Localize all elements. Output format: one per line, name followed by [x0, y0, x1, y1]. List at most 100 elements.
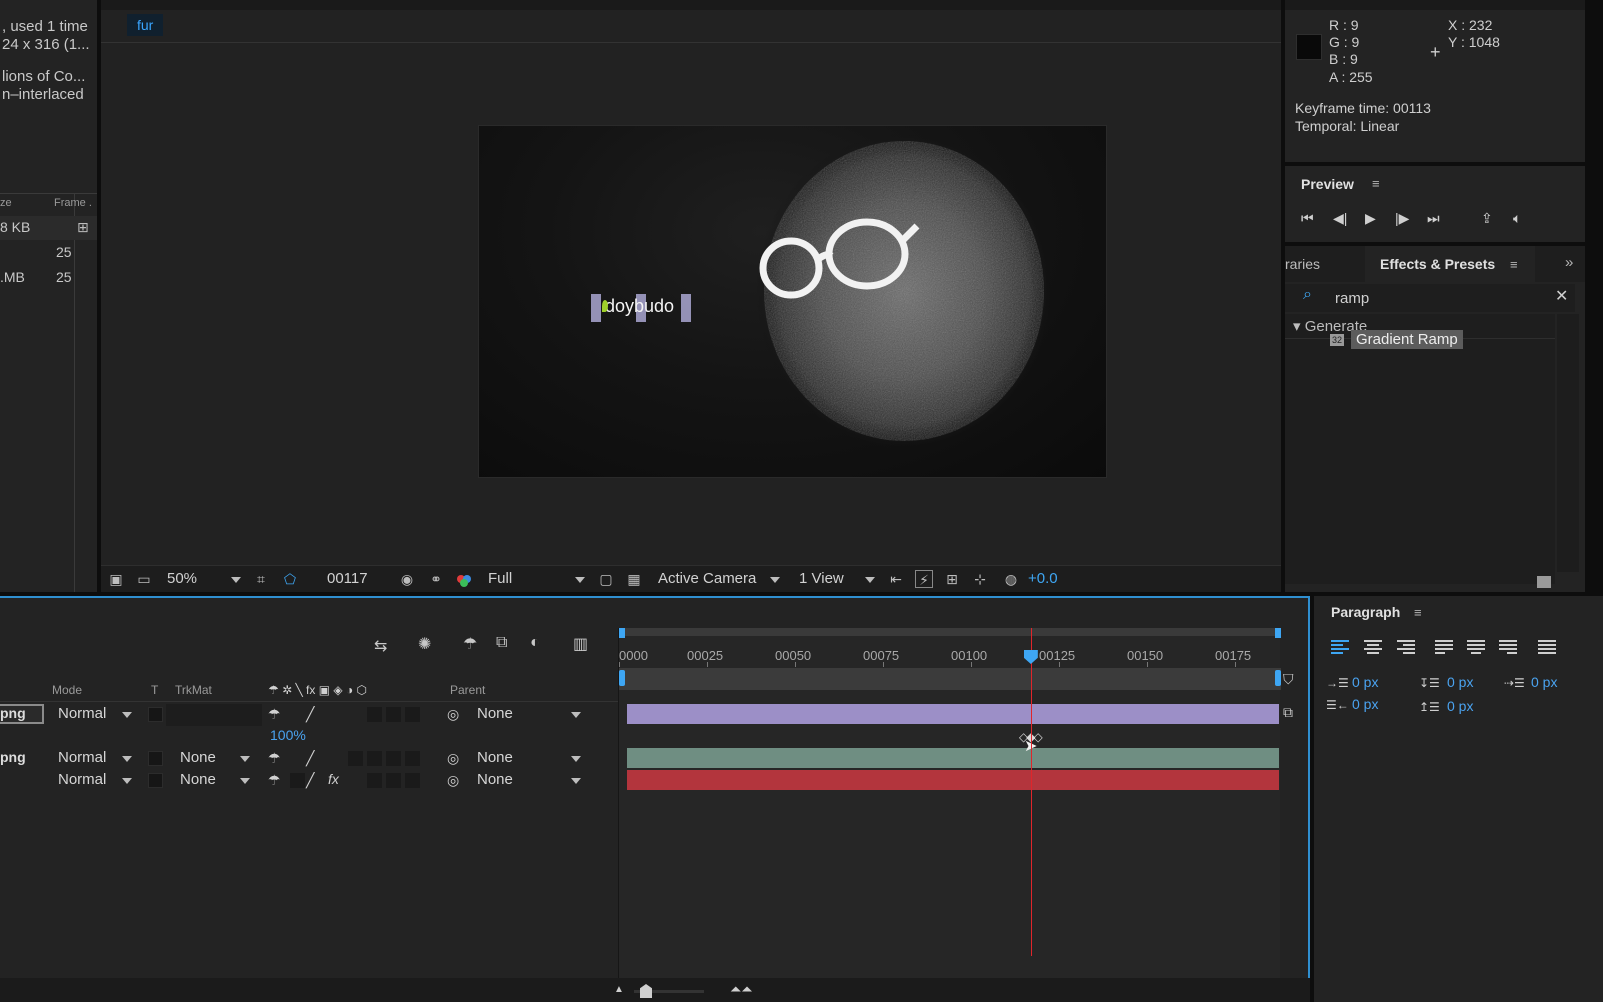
work-area-row[interactable] [619, 668, 1281, 690]
space-before-value[interactable]: 0 px [1447, 674, 1473, 690]
current-time-display[interactable]: 00117 [327, 570, 368, 587]
column-parent[interactable]: Parent [450, 683, 485, 697]
loop-icon[interactable]: ⇪ [1481, 210, 1493, 227]
comp-tab-fur[interactable]: fur [127, 14, 164, 36]
layer-mode-dropdown[interactable]: Normal [58, 749, 106, 766]
flowchart-icon[interactable]: ⊹ [971, 570, 989, 588]
switch-cell[interactable] [367, 707, 382, 722]
preserve-transparency-checkbox[interactable] [148, 773, 163, 788]
trkmat-caret-icon[interactable] [240, 778, 250, 784]
step-forward-icon[interactable]: |▶︎ [1395, 210, 1409, 227]
column-header-size[interactable]: ze [0, 197, 12, 209]
layer-mode-dropdown[interactable]: Normal [58, 705, 106, 722]
shy-switch-icon[interactable]: ☂ [268, 750, 281, 767]
project-row[interactable]: 8 KB ⊞ [0, 216, 97, 240]
preserve-transparency-checkbox[interactable] [148, 707, 163, 722]
trkmat-caret-icon[interactable] [240, 756, 250, 762]
zoom-in-icon[interactable]: ⏶⏶ [730, 981, 752, 998]
show-snapshot-icon[interactable]: ⚭ [427, 570, 445, 588]
zoom-dropdown[interactable]: 50% [167, 570, 197, 587]
graph-editor-icon[interactable]: ▥ [573, 634, 588, 654]
indent-first-line-value[interactable]: 0 px [1531, 674, 1557, 690]
fast-draft-icon[interactable]: ⚡ [915, 570, 933, 588]
layer-row[interactable]: png Normal ☂ ╱ ◎ None [0, 704, 618, 726]
out-point-handle[interactable] [1275, 670, 1281, 686]
view-layout-dropdown[interactable]: 1 View [799, 570, 844, 587]
hide-shy-layers-icon[interactable]: ☂ [463, 634, 477, 654]
parent-caret-icon[interactable] [571, 778, 581, 784]
in-point-handle[interactable] [619, 670, 625, 686]
mode-caret-icon[interactable] [122, 756, 132, 762]
timeline-icon[interactable]: ⊞ [943, 570, 961, 588]
parent-dropdown[interactable]: None [477, 771, 513, 788]
resolution-dropdown[interactable]: Full [488, 570, 512, 587]
panel-menu-icon[interactable]: ≡ [1372, 176, 1380, 191]
indent-left-value[interactable]: 0 px [1352, 674, 1378, 690]
switch-cell[interactable] [386, 707, 401, 722]
layer-row[interactable]: png Normal None ☂ ╱ ◎ None [0, 748, 618, 770]
switch-cell[interactable] [367, 773, 382, 788]
quality-switch-icon[interactable]: ╱ [306, 750, 314, 767]
shy-switch-icon[interactable]: ☂ [268, 772, 281, 789]
zoom-slider-handle[interactable] [640, 984, 652, 998]
switch-cell[interactable] [405, 773, 420, 788]
parent-dropdown[interactable]: None [477, 705, 513, 722]
camera-dropdown[interactable]: Active Camera [658, 570, 756, 587]
pick-whip-icon[interactable]: ◎ [447, 772, 459, 789]
effect-gradient-ramp[interactable]: Gradient Ramp [1351, 330, 1463, 349]
always-preview-icon[interactable]: ▣ [107, 570, 125, 588]
resolution-caret-icon[interactable] [575, 577, 585, 583]
justify-last-right-icon[interactable] [1499, 640, 1519, 656]
column-trkmat[interactable]: TrkMat [175, 683, 212, 697]
panel-overflow-icon[interactable]: » [1565, 254, 1573, 271]
parent-caret-icon[interactable] [571, 712, 581, 718]
column-mode[interactable]: Mode [52, 683, 82, 697]
layer-row[interactable]: Normal None ☂ ╱ fx ◎ None [0, 770, 618, 792]
frame-blending-icon[interactable]: ⧉ [496, 634, 507, 652]
step-back-icon[interactable]: ◀︎| [1333, 210, 1347, 227]
disclosure-triangle-icon[interactable]: ▾ [1293, 318, 1301, 335]
reset-exposure-icon[interactable]: ◍ [1002, 570, 1020, 588]
trkmat-dropdown[interactable]: None [180, 749, 216, 766]
layer-bar[interactable] [627, 770, 1279, 790]
monitor-icon[interactable]: ▭ [135, 570, 153, 588]
property-value[interactable]: 100% [270, 727, 306, 743]
preserve-transparency-checkbox[interactable] [148, 751, 163, 766]
mask-visibility-icon[interactable]: ⬠ [281, 570, 299, 588]
quality-switch-icon[interactable]: ╱ [306, 772, 314, 789]
switch-cell[interactable] [290, 773, 305, 788]
skip-last-icon[interactable]: ⏭ [1427, 210, 1440, 227]
comp-mini-flowchart-icon[interactable]: ⇆ [374, 636, 387, 656]
shy-switch-icon[interactable]: ☂ [268, 706, 281, 723]
comp-marker-icon[interactable]: ⛉ [1283, 671, 1294, 688]
logo-text-layer[interactable]: doybudo [591, 294, 691, 322]
transparency-grid-icon[interactable]: ▦ [625, 570, 643, 588]
clear-search-icon[interactable]: ✕ [1555, 286, 1568, 306]
playhead-knob[interactable] [1023, 650, 1038, 664]
comp-button-icon[interactable]: ⧉ [1283, 704, 1293, 721]
pick-whip-icon[interactable]: ◎ [447, 706, 459, 723]
indent-right-value[interactable]: 0 px [1352, 696, 1378, 712]
channel-icon[interactable] [455, 570, 473, 588]
panel-menu-icon[interactable]: ≡ [1414, 605, 1422, 620]
parent-caret-icon[interactable] [571, 756, 581, 762]
zoom-out-icon[interactable]: ▲ [614, 984, 624, 995]
zoom-caret-icon[interactable] [231, 577, 241, 583]
pick-whip-icon[interactable]: ◎ [447, 750, 459, 767]
trkmat-dropdown[interactable]: None [180, 771, 216, 788]
skip-first-icon[interactable]: ⏮ [1301, 210, 1314, 227]
audio-icon[interactable]: 🔈︎ [1513, 210, 1521, 227]
layer-bar[interactable] [627, 704, 1279, 724]
align-left-icon[interactable] [1331, 640, 1351, 656]
justify-all-icon[interactable] [1538, 640, 1558, 656]
fast-previews-icon[interactable]: ▢ [597, 570, 615, 588]
justify-last-center-icon[interactable] [1467, 640, 1487, 656]
align-center-icon[interactable] [1364, 640, 1384, 656]
tab-effects-presets[interactable]: Effects & Presets [1380, 256, 1495, 272]
draft-3d-icon[interactable]: ✺ [418, 634, 431, 654]
work-area-bar[interactable] [619, 628, 1281, 636]
switch-cell[interactable] [386, 773, 401, 788]
space-after-value[interactable]: 0 px [1447, 698, 1473, 714]
toggle-pixel-aspect-icon[interactable]: ⇤ [887, 570, 905, 588]
align-right-icon[interactable] [1397, 640, 1417, 656]
